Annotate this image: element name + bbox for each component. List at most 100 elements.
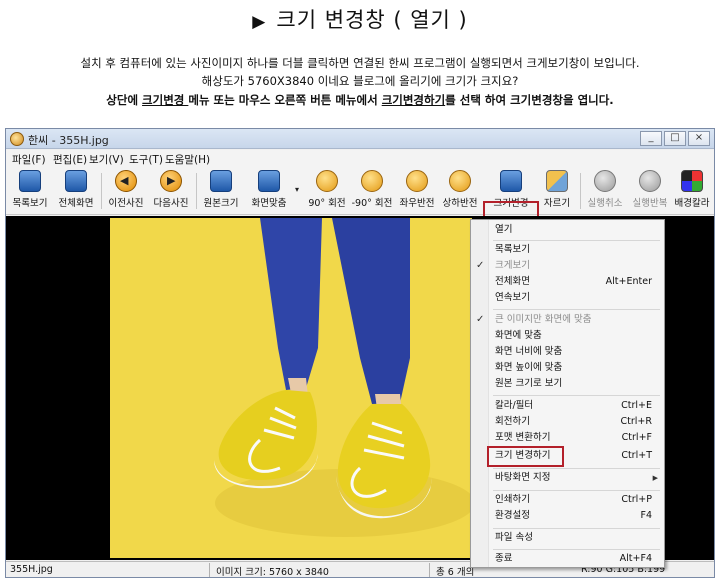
menu-help[interactable]: 도움말(H) bbox=[165, 152, 210, 167]
rotate-ccw-icon bbox=[361, 170, 383, 192]
ctx-properties[interactable]: 파일 속성 bbox=[471, 530, 664, 546]
desc3-a: 상단에 bbox=[106, 93, 143, 107]
fullscreen-button[interactable]: 전체화면 bbox=[54, 170, 98, 212]
ctx-fit-height-label: 화면 높이에 맞춤 bbox=[495, 362, 563, 373]
ctx-big-view-label: 크게보기 bbox=[495, 260, 530, 271]
desc3-resize-menu: 크기변경 bbox=[142, 93, 189, 107]
ctx-fit-height[interactable]: 화면 높이에 맞춤 bbox=[471, 360, 664, 376]
app-icon bbox=[10, 132, 24, 146]
status-image-size: 이미지 크기: 5760 x 3840 bbox=[216, 567, 329, 578]
description-line-1: 설치 후 컴퓨터에 있는 사진이미지 하나를 더블 클릭하면 연결된 한씨 프로… bbox=[80, 56, 640, 70]
ctx-print-label: 인쇄하기 bbox=[495, 494, 530, 505]
menu-edit[interactable]: 편집(E) bbox=[53, 152, 87, 167]
status-divider bbox=[209, 563, 210, 577]
status-divider bbox=[429, 563, 430, 577]
menu-bar: 파일(F) 편집(E) 보기(V) 도구(T) 도움말(H) bbox=[6, 150, 714, 167]
ctx-rotate-shortcut: Ctrl+R bbox=[620, 416, 652, 427]
ctx-fit-screen[interactable]: 화면에 맞춤 bbox=[471, 328, 664, 344]
color-palette-icon bbox=[681, 170, 703, 192]
rotate-ccw-button[interactable]: -90° 회전 bbox=[350, 170, 394, 212]
flip-horizontal-icon bbox=[406, 170, 428, 192]
heading-text: 크기 변경창 ( 열기 ) bbox=[276, 8, 468, 32]
ctx-exit[interactable]: 종료 Alt+F4 bbox=[471, 551, 664, 567]
flip-horizontal-button[interactable]: 좌우반전 bbox=[396, 170, 438, 212]
fit-dropdown-arrow[interactable]: ▾ bbox=[295, 185, 299, 194]
flip-vertical-label: 상하반전 bbox=[442, 198, 478, 209]
flip-vertical-button[interactable]: 상하반전 bbox=[439, 170, 481, 212]
ctx-rotate[interactable]: 회전하기 Ctrl+R bbox=[471, 414, 664, 430]
menu-tools[interactable]: 도구(T) bbox=[129, 152, 163, 167]
minimize-button[interactable]: _ bbox=[640, 131, 662, 146]
rotate-cw-button[interactable]: 90° 회전 bbox=[306, 170, 348, 212]
ctx-list-view[interactable]: 목록보기 bbox=[471, 242, 664, 258]
photo-sneakers bbox=[110, 218, 472, 558]
fullscreen-label: 전체화면 bbox=[58, 198, 94, 209]
ctx-rotate-label: 회전하기 bbox=[495, 416, 530, 427]
maximize-button[interactable]: □ bbox=[664, 131, 686, 146]
ctx-color-filter[interactable]: 칼라/필터 Ctrl+E bbox=[471, 398, 664, 414]
ctx-settings[interactable]: 환경설정 F4 bbox=[471, 508, 664, 524]
title-bar[interactable]: 한씨 - 355H.jpg _ □ × bbox=[6, 129, 714, 149]
ctx-color-filter-label: 칼라/필터 bbox=[495, 400, 534, 411]
undo-label: 실행취소 bbox=[587, 198, 623, 209]
menu-separator bbox=[493, 395, 660, 396]
ctx-fullscreen-shortcut: Alt+Enter bbox=[605, 276, 652, 287]
ctx-fit-width-label: 화면 너비에 맞춤 bbox=[495, 346, 563, 357]
ctx-color-filter-shortcut: Ctrl+E bbox=[621, 400, 652, 411]
menu-file[interactable]: 파일(F) bbox=[12, 152, 46, 167]
ctx-original-size-label: 원본 크기로 보기 bbox=[495, 378, 563, 389]
next-photo-button[interactable]: 다음사진 bbox=[150, 170, 192, 212]
description-line-3: 상단에 크기변경 메뉴 또는 마우스 오른쪽 버튼 메뉴에서 크기변경하기를 선… bbox=[0, 92, 720, 108]
ctx-original-size[interactable]: 원본 크기로 보기 bbox=[471, 376, 664, 392]
original-size-icon bbox=[210, 170, 232, 192]
resize-icon bbox=[500, 170, 522, 192]
ctx-fit-large[interactable]: ✓ 큰 이미지만 화면에 맞춤 bbox=[471, 312, 664, 328]
original-size-button[interactable]: 원본크기 bbox=[200, 170, 242, 212]
ctx-fullscreen[interactable]: 전체화면 Alt+Enter bbox=[471, 274, 664, 290]
arrow-left-icon bbox=[115, 170, 137, 192]
undo-button[interactable]: 실행취소 bbox=[584, 170, 626, 212]
bg-color-button[interactable]: 배경칼라 bbox=[672, 170, 712, 212]
ctx-big-view[interactable]: ✓ 크게보기 bbox=[471, 258, 664, 274]
ctx-fit-screen-label: 화면에 맞춤 bbox=[495, 330, 542, 341]
ctx-slideshow[interactable]: 연속보기 bbox=[471, 290, 664, 306]
ctx-fit-width[interactable]: 화면 너비에 맞춤 bbox=[471, 344, 664, 360]
close-button[interactable]: × bbox=[688, 131, 710, 146]
ctx-wallpaper[interactable]: 바탕화면 지정 ▶ bbox=[471, 470, 664, 486]
menu-view[interactable]: 보기(V) bbox=[89, 152, 124, 167]
status-filename: 355H.jpg bbox=[10, 564, 53, 575]
desc3-c: 메뉴 또는 마우스 오른쪽 버튼 메뉴에서 bbox=[188, 93, 382, 107]
redo-label: 실행반복 bbox=[632, 198, 668, 209]
ctx-format-convert[interactable]: 포맷 변환하기 Ctrl+F bbox=[471, 430, 664, 446]
sneakers-illustration bbox=[214, 218, 472, 537]
fit-screen-button[interactable]: 화면맞춤 bbox=[246, 170, 292, 212]
rotate-ccw-label: -90° 회전 bbox=[351, 198, 393, 209]
menu-separator bbox=[493, 549, 660, 550]
list-view-button[interactable]: 목록보기 bbox=[10, 170, 50, 212]
ctx-open-label: 열기 bbox=[495, 224, 513, 235]
ctx-print[interactable]: 인쇄하기 Ctrl+P bbox=[471, 492, 664, 508]
redo-button[interactable]: 실행반복 bbox=[629, 170, 671, 212]
desc3-resize-item: 크기변경하기 bbox=[381, 93, 446, 107]
flip-horizontal-label: 좌우반전 bbox=[399, 198, 435, 209]
fullscreen-icon bbox=[65, 170, 87, 192]
crop-button[interactable]: 자르기 bbox=[539, 170, 575, 212]
ctx-exit-shortcut: Alt+F4 bbox=[619, 553, 652, 564]
prev-photo-button[interactable]: 이전사진 bbox=[105, 170, 147, 212]
ctx-open[interactable]: 열기 bbox=[471, 222, 664, 238]
check-icon: ✓ bbox=[476, 260, 485, 271]
crop-label: 자르기 bbox=[543, 198, 571, 209]
fit-screen-label: 화면맞춤 bbox=[251, 198, 287, 209]
fit-screen-icon bbox=[258, 170, 280, 192]
flip-vertical-icon bbox=[449, 170, 471, 192]
ctx-exit-label: 종료 bbox=[495, 553, 513, 564]
toolbar-divider bbox=[580, 173, 581, 209]
status-file-count: 총 6 개의 bbox=[436, 567, 475, 578]
ctx-resize-highlight-box bbox=[487, 446, 564, 467]
description-line-2: 해상도가 5760X3840 이네요 블로그에 올리기에 크기가 크지요? bbox=[201, 74, 519, 88]
menu-separator bbox=[493, 468, 660, 469]
heading-marker: ▶ bbox=[252, 12, 267, 32]
monitor-icon bbox=[19, 170, 41, 192]
ctx-format-convert-shortcut: Ctrl+F bbox=[621, 432, 652, 443]
ctx-list-view-label: 목록보기 bbox=[495, 244, 530, 255]
